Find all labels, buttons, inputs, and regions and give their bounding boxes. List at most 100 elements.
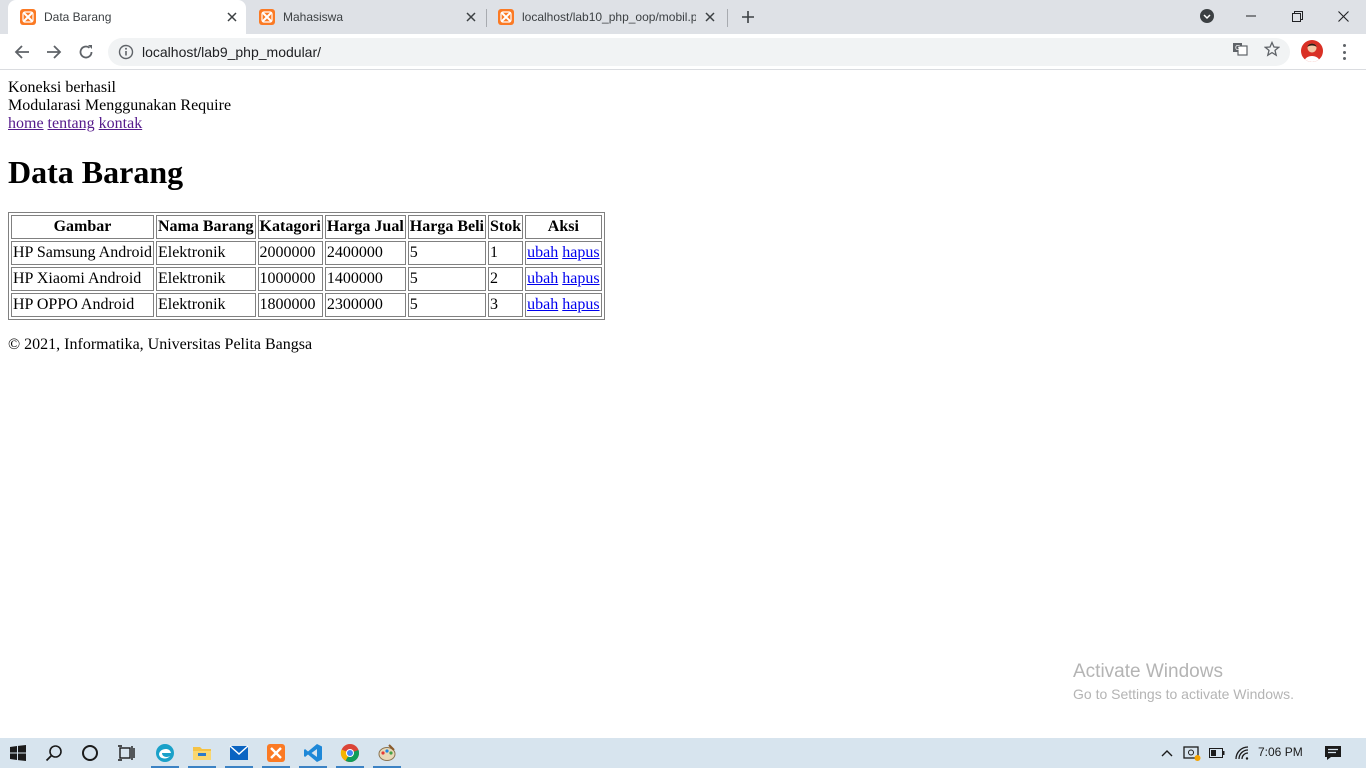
svg-text:G: G (1235, 44, 1240, 52)
cell-harga-jual: 2400000 (324, 241, 406, 265)
windows-taskbar: 7:06 PM (0, 738, 1366, 768)
xampp-icon (20, 9, 36, 25)
mail-icon[interactable] (221, 738, 257, 768)
tab-title: Mahasiswa (283, 10, 344, 24)
column-header: Katagori (257, 215, 323, 239)
tab-separator (727, 9, 728, 27)
cell-aksi: ubah hapus (525, 267, 602, 291)
cell-harga-jual: 2300000 (324, 293, 406, 317)
ubah-link[interactable]: ubah (527, 270, 558, 287)
watermark-title: Activate Windows (1073, 661, 1223, 682)
cell-nama: Elektronik (155, 241, 256, 265)
cell-harga-beli: 5 (407, 293, 486, 317)
file-explorer-icon[interactable] (184, 738, 220, 768)
cortana-icon[interactable] (72, 738, 108, 768)
tab-title: Data Barang (44, 10, 112, 24)
nav-link-home[interactable]: home (8, 115, 44, 132)
hapus-link[interactable]: hapus (562, 296, 599, 313)
chrome-menu-button[interactable] (1336, 42, 1352, 62)
cell-stok: 2 (487, 267, 524, 291)
edge-icon[interactable] (147, 738, 183, 768)
page-footer: © 2021, Informatika, Universitas Pelita … (8, 336, 313, 353)
xampp-icon (498, 9, 514, 25)
cell-aksi: ubah hapus (525, 241, 602, 265)
ubah-link[interactable]: ubah (527, 296, 558, 313)
site-nav: home tentang kontak (8, 115, 605, 133)
restore-button[interactable] (1274, 0, 1320, 32)
column-header: Harga Beli (407, 215, 486, 239)
activate-windows-watermark: Activate Windows Go to Settings to activ… (1073, 660, 1294, 704)
search-icon[interactable] (36, 738, 72, 768)
notification-center-icon[interactable] (1320, 738, 1346, 768)
cell-stok: 1 (487, 241, 524, 265)
close-window-button[interactable] (1320, 0, 1366, 32)
tab-mahasiswa[interactable]: Mahasiswa (247, 0, 485, 34)
cell-harga-beli: 5 (407, 241, 486, 265)
cell-stok: 3 (487, 293, 524, 317)
table-row: HP OPPO Android Elektronik 1800000 23000… (11, 293, 602, 317)
close-tab-icon[interactable] (224, 9, 240, 25)
watermark-subtitle: Go to Settings to activate Windows. (1073, 686, 1294, 702)
start-button[interactable] (0, 738, 36, 768)
site-info-icon[interactable] (118, 44, 134, 60)
ubah-link[interactable]: ubah (527, 244, 558, 261)
browser-toolbar: localhost/lab9_php_modular/ G (0, 34, 1366, 70)
cell-gambar: HP Xiaomi Android (11, 267, 154, 291)
table-header-row: Gambar Nama Barang Katagori Harga Jual H… (11, 215, 602, 239)
reload-button[interactable] (74, 40, 98, 64)
tab-title: localhost/lab10_php_oop/mobil.php (522, 10, 696, 24)
wifi-icon[interactable] (1232, 738, 1252, 768)
translate-icon[interactable]: G (1231, 40, 1249, 58)
close-tab-icon[interactable] (463, 9, 479, 25)
column-header: Stok (487, 215, 524, 239)
taskbar-clock[interactable]: 7:06 PM (1258, 745, 1303, 759)
cell-gambar: HP OPPO Android (11, 293, 154, 317)
bookmark-star-icon[interactable] (1263, 40, 1281, 58)
url-text: localhost/lab9_php_modular/ (142, 44, 322, 60)
tab-search-button[interactable] (1184, 0, 1230, 32)
column-header: Harga Jual (324, 215, 406, 239)
vscode-icon[interactable] (295, 738, 331, 768)
tab-strip: Data Barang Mahasiswa localhost/lab10_ph… (0, 0, 1366, 34)
back-button[interactable] (10, 40, 34, 64)
column-header: Nama Barang (155, 215, 256, 239)
page-title: Data Barang (8, 154, 184, 190)
column-header: Aksi (525, 215, 602, 239)
cell-gambar: HP Samsung Android (11, 241, 154, 265)
cell-katagori: 2000000 (257, 241, 323, 265)
page-content: Koneksi berhasil Modularasi Menggunakan … (8, 79, 605, 354)
table-row: HP Samsung Android Elektronik 2000000 24… (11, 241, 602, 265)
cell-katagori: 1800000 (257, 293, 323, 317)
column-header: Gambar (11, 215, 154, 239)
close-tab-icon[interactable] (702, 9, 718, 25)
cell-katagori: 1000000 (257, 267, 323, 291)
forward-button[interactable] (42, 40, 66, 64)
hapus-link[interactable]: hapus (562, 270, 599, 287)
address-bar[interactable]: localhost/lab9_php_modular/ (108, 38, 1290, 66)
cell-harga-beli: 5 (407, 267, 486, 291)
cell-nama: Elektronik (155, 293, 256, 317)
tab-data-barang[interactable]: Data Barang (8, 0, 246, 34)
meet-now-icon[interactable] (1181, 738, 1203, 768)
cell-aksi: ubah hapus (525, 293, 602, 317)
nav-link-kontak[interactable]: kontak (99, 115, 143, 132)
task-view-icon[interactable] (108, 738, 144, 768)
nav-link-tentang[interactable]: tentang (48, 115, 95, 132)
show-hidden-icons-chevron[interactable] (1158, 738, 1176, 768)
xampp-icon[interactable] (258, 738, 294, 768)
profile-avatar[interactable] (1301, 40, 1323, 62)
connection-status: Koneksi berhasil (8, 79, 116, 96)
data-barang-table: Gambar Nama Barang Katagori Harga Jual H… (8, 212, 605, 320)
battery-icon[interactable] (1207, 738, 1227, 768)
cell-harga-jual: 1400000 (324, 267, 406, 291)
new-tab-button[interactable] (738, 7, 758, 27)
tab-lab10[interactable]: localhost/lab10_php_oop/mobil.php (486, 0, 726, 34)
chrome-icon[interactable] (332, 738, 368, 768)
minimize-button[interactable] (1228, 0, 1274, 32)
paint-icon[interactable] (369, 738, 405, 768)
cell-nama: Elektronik (155, 267, 256, 291)
hapus-link[interactable]: hapus (562, 244, 599, 261)
page-subtitle: Modularasi Menggunakan Require (8, 97, 232, 114)
xampp-icon (259, 9, 275, 25)
table-row: HP Xiaomi Android Elektronik 1000000 140… (11, 267, 602, 291)
